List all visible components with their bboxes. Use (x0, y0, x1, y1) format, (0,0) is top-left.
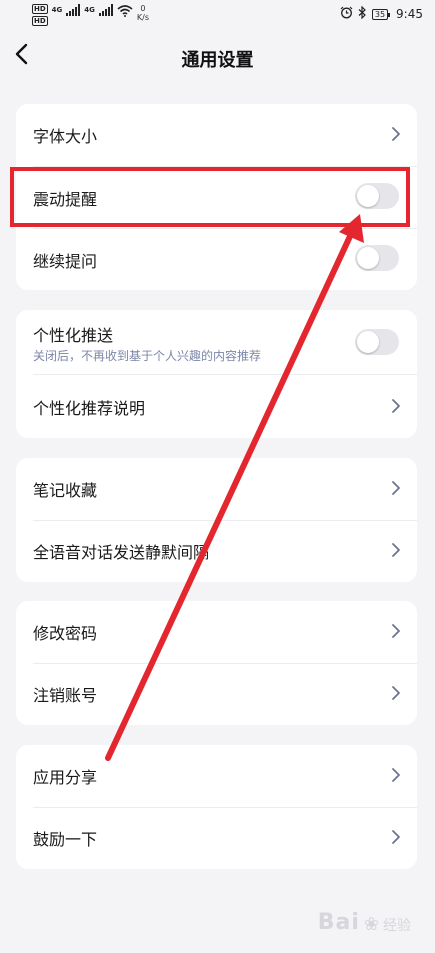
settings-row-delete-account[interactable]: 注销账号 (16, 663, 417, 725)
watermark-logo: Bai ❀ 经验 (318, 910, 411, 935)
settings-row-continue-ask: 继续提问 (16, 229, 417, 291)
settings-row-app-share[interactable]: 应用分享 (16, 745, 417, 807)
settings-row-encourage[interactable]: 鼓励一下 (16, 807, 417, 869)
settings-group-personalization: 个性化推送 关闭后，不再收到基于个人兴趣的内容推荐 个性化推荐说明 (16, 310, 417, 438)
clock-time: 9:45 (396, 7, 423, 21)
chevron-right-icon (392, 399, 400, 413)
row-label: 修改密码 (33, 624, 98, 643)
paw-icon: ❀ (363, 914, 379, 935)
network-type: 4G (51, 6, 63, 14)
toggle-knob (357, 247, 379, 269)
battery-icon: 35 (371, 8, 391, 20)
chevron-right-icon (392, 127, 400, 141)
row-label: 字体大小 (33, 127, 98, 146)
page-title: 通用设置 (181, 50, 254, 71)
hd-badge: HD (32, 16, 48, 26)
chevron-right-icon (392, 543, 400, 557)
row-label: 个性化推送 (33, 326, 114, 345)
chevron-right-icon (392, 830, 400, 844)
row-label: 全语音对话发送静默间隔 (33, 543, 210, 562)
row-label: 笔记收藏 (33, 481, 98, 500)
nav-header: 通用设置 (0, 30, 435, 84)
divider (33, 374, 417, 375)
row-label: 应用分享 (33, 768, 98, 787)
net-speed-unit: K/s (136, 13, 150, 22)
watermark-brand: Bai (317, 910, 360, 935)
wifi-icon (117, 5, 133, 20)
settings-group-notes: 笔记收藏 全语音对话发送静默间隔 (16, 458, 417, 582)
bluetooth-icon (358, 5, 367, 22)
chevron-right-icon (392, 624, 400, 638)
settings-row-change-password[interactable]: 修改密码 (16, 601, 417, 663)
row-label: 鼓励一下 (33, 830, 98, 849)
settings-row-note-favorites[interactable]: 笔记收藏 (16, 458, 417, 520)
signal-icon (66, 4, 81, 16)
signal-icon (98, 4, 113, 16)
hd-badge: HD (32, 4, 48, 14)
toggle-knob (357, 331, 379, 353)
chevron-right-icon (392, 481, 400, 495)
status-bar: HD HD 4G 4G 0 K/s 35 9:45 (0, 0, 435, 30)
network-type: 4G (84, 6, 95, 14)
watermark-text: 经验 (383, 918, 411, 934)
row-label: 继续提问 (33, 252, 98, 271)
settings-row-voice-silence[interactable]: 全语音对话发送静默间隔 (16, 520, 417, 582)
settings-group-account: 修改密码 注销账号 (16, 601, 417, 725)
alarm-icon (340, 6, 353, 22)
settings-row-font-size[interactable]: 字体大小 (16, 104, 417, 166)
personalized-push-toggle[interactable] (355, 329, 399, 355)
settings-row-personalized-push: 个性化推送 关闭后，不再收到基于个人兴趣的内容推荐 (16, 310, 417, 374)
settings-group-share: 应用分享 鼓励一下 (16, 745, 417, 869)
row-subtitle: 关闭后，不再收到基于个人兴趣的内容推荐 (33, 349, 262, 363)
net-speed-value: 0 (140, 4, 146, 13)
chevron-right-icon (392, 768, 400, 782)
row-label: 注销账号 (33, 686, 98, 705)
settings-row-recommend-info[interactable]: 个性化推荐说明 (16, 376, 417, 438)
continue-ask-toggle[interactable] (355, 245, 399, 271)
chevron-right-icon (392, 686, 400, 700)
row-label: 个性化推荐说明 (33, 399, 146, 418)
annotation-highlight-box (10, 167, 410, 227)
